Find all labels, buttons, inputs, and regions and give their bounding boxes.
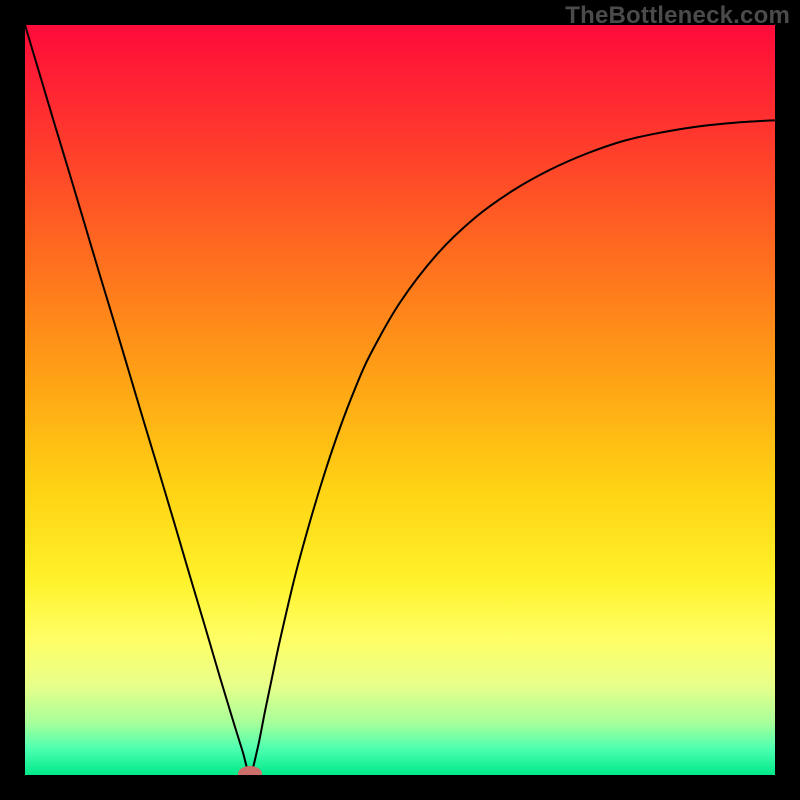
plot-area bbox=[25, 25, 775, 775]
chart-svg bbox=[25, 25, 775, 775]
watermark-text: TheBottleneck.com bbox=[565, 2, 790, 30]
chart-frame: TheBottleneck.com bbox=[0, 0, 800, 800]
